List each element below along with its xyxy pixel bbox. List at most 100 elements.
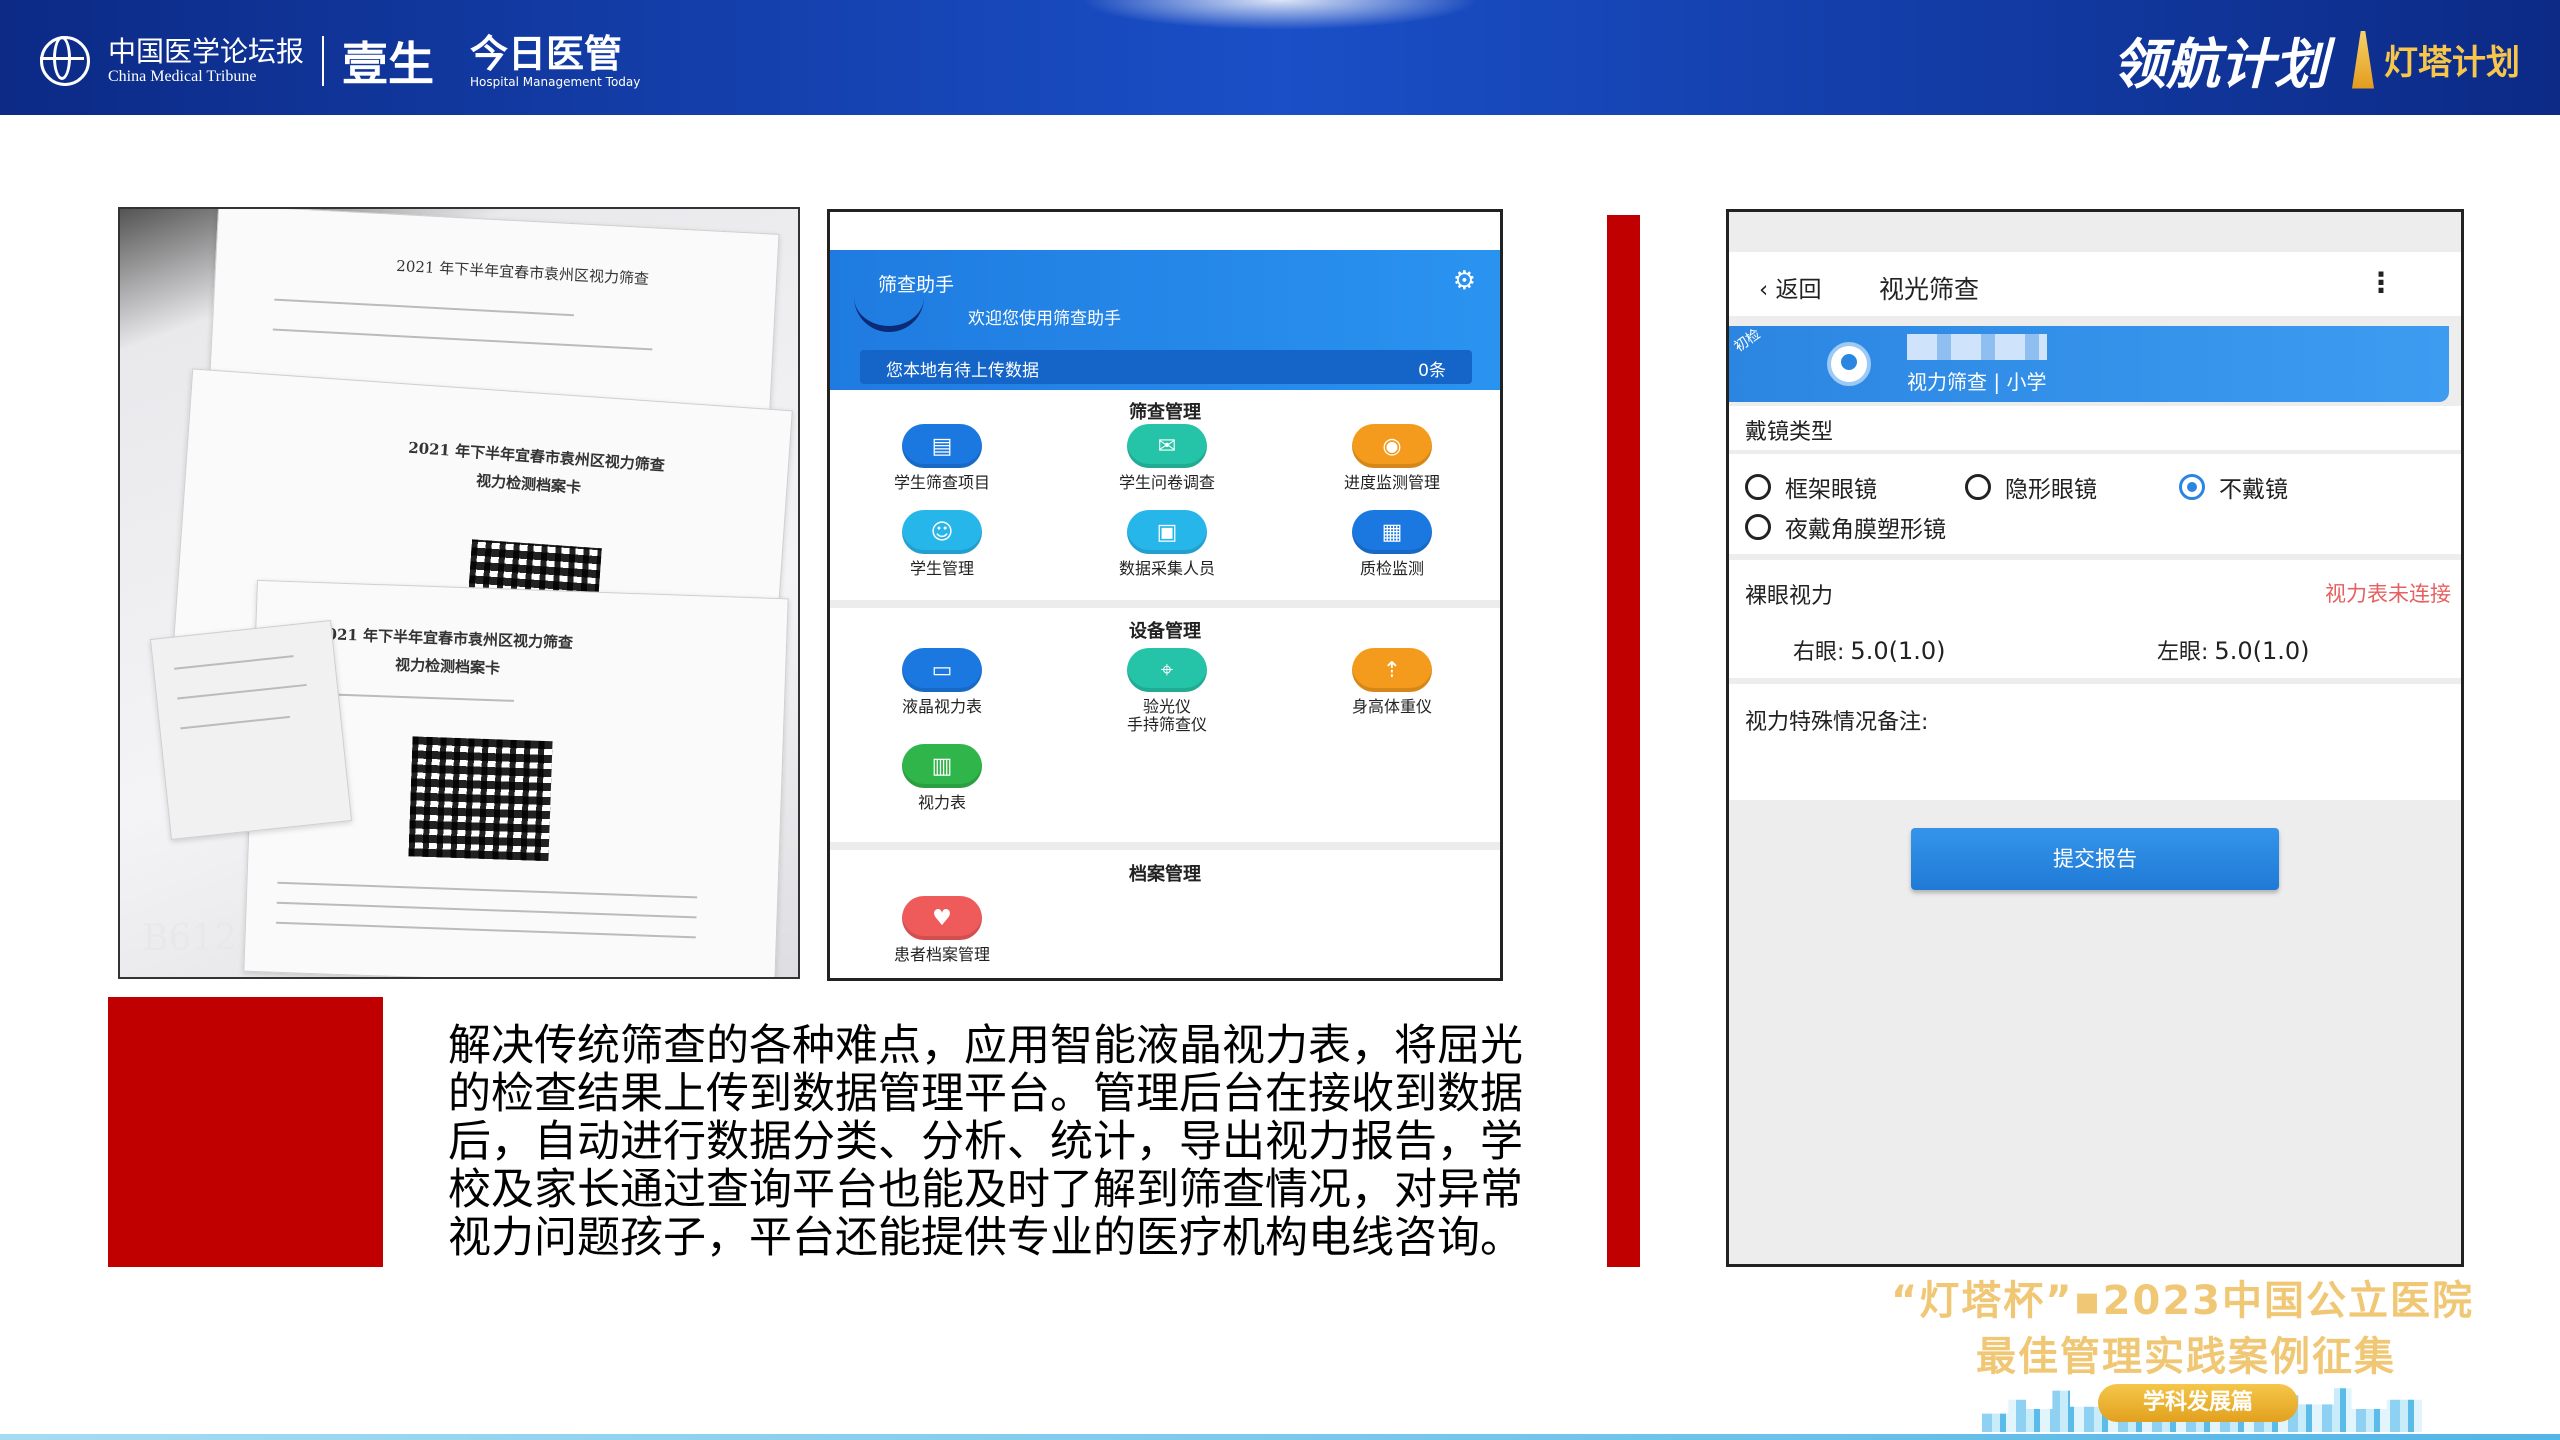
section-archive-title: 档案管理 (1129, 864, 1201, 885)
tile-eye-chart[interactable]: ▥ 视力表 (842, 744, 1042, 812)
sheet-line (276, 901, 697, 919)
left-eye-label: 左眼: (2157, 640, 2209, 665)
tile-label: 质检监测 (1359, 559, 1424, 578)
tile-label: 患者档案管理 (893, 945, 990, 964)
radio-circle (1965, 474, 1991, 500)
today-logo: 今日医管 Hospital Management Today (470, 33, 640, 89)
glasses-options: 框架眼镜 隐形眼镜 不戴镜 夜戴角膜塑形镜 (1729, 454, 2461, 554)
today-logo-en: Hospital Management Today (470, 75, 641, 89)
cmt-logo-zh: 中国医学论坛报 (108, 35, 305, 68)
height-weight-icon: ⇡ (1352, 648, 1432, 692)
more-menu-icon[interactable]: ⋮ (2367, 266, 2395, 299)
header-glow (1080, 0, 1480, 30)
accent-bar-middle (1607, 215, 1640, 1267)
app2-title: 视光筛查 (1879, 275, 1980, 304)
radio-circle-selected (2179, 474, 2205, 500)
status-tag: 初检 (1731, 326, 1764, 356)
quality-icon: ▦ (1352, 510, 1432, 554)
dt-plan-text: 灯塔计划 (2384, 43, 2520, 83)
header-banner: 中国医学论坛报 China Medical Tribune 壹生 今日医管 Ho… (0, 0, 2560, 115)
sheet-title: 2021 年下半年宜春市袁州区视力筛查 (315, 624, 574, 652)
radio-contact-lens[interactable]: 隐形眼镜 (1965, 470, 2097, 504)
tile-data-collectors[interactable]: ▣ 数据采集人员 (1067, 510, 1267, 578)
tile-student-screening-project[interactable]: ▤ 学生筛查项目 (842, 424, 1042, 492)
screening-project-icon: ▤ (902, 424, 982, 468)
tile-lcd-eye-chart[interactable]: ▭ 液晶视力表 (842, 648, 1042, 716)
submit-report-button[interactable]: 提交报告 (1911, 828, 2279, 890)
avatar (1827, 342, 1871, 386)
avatar (854, 290, 924, 332)
cmt-logo: 中国医学论坛报 China Medical Tribune (108, 36, 304, 86)
vision-screening-screenshot: ‹ 返回 视光筛查 ⋮ 初检 视力筛查 | 小学 戴镜类型 框架眼镜 隐形眼镜 … (1726, 209, 2464, 1267)
description-text: 解决传统筛查的各种难点，应用智能液晶视力表，将屈光的检查结果上传到数据管理平台。… (448, 1021, 1523, 1263)
accent-block-left (108, 997, 383, 1267)
naked-vision-label: 裸眼视力 (1745, 584, 1834, 609)
yisheng-logo: 壹生 (342, 37, 435, 91)
sheet-title: 2021 年下半年宜春市袁州区视力筛查 (395, 256, 650, 289)
tile-label: 进度监测管理 (1343, 473, 1440, 492)
pending-upload-bar[interactable]: 您本地有待上传数据 0条 (860, 350, 1472, 384)
tile-quality-monitoring[interactable]: ▦ 质检监测 (1292, 510, 1492, 578)
paper-records-photo: 2021 年下半年宜春市袁州区视力筛查 2021 年下半年宜春市袁州区视力筛查 … (118, 207, 800, 979)
app1-header: 筛查助手 ⚙ 欢迎您使用筛查助手 您本地有待上传数据 0条 (830, 250, 1500, 390)
tile-patient-archive[interactable]: ♥ 患者档案管理 (842, 896, 1042, 964)
brand-line2: 最佳管理实践案例征集 (1976, 1334, 2396, 1380)
student-name-blurred (1907, 334, 2047, 360)
refractometer-icon: ⌖ (1127, 648, 1207, 692)
tile-label: 学生问卷调查 (1118, 473, 1215, 492)
today-logo-zh: 今日医管 (470, 32, 623, 76)
app2-nav: ‹ 返回 视光筛查 ⋮ (1729, 252, 2461, 316)
screening-assistant-screenshot: 筛查助手 ⚙ 欢迎您使用筛查助手 您本地有待上传数据 0条 筛查管理 ▤ 学生筛… (827, 209, 1503, 981)
right-eye-value: 5.0(1.0) (1850, 637, 1946, 665)
tile-student-management[interactable]: ☺ 学生管理 (842, 510, 1042, 578)
tile-refractometer[interactable]: ⌖ 验光仪 手持筛查仪 (1067, 648, 1267, 734)
pending-upload-label: 您本地有待上传数据 (886, 361, 1039, 381)
tile-label: 验光仪 (1142, 697, 1191, 716)
radio-circle (1745, 474, 1771, 500)
right-eye-field[interactable]: 右眼: 5.0(1.0) (1793, 634, 1945, 666)
student-banner: 初检 视力筛查 | 小学 (1729, 326, 2449, 402)
right-eye-label: 右眼: (1793, 640, 1845, 665)
brand-line1: “灯塔杯”▪2023中国公立医院 (1890, 1278, 2474, 1324)
lh-plan-logo: 领航计划 (2112, 32, 2328, 96)
back-button[interactable]: ‹ 返回 (1759, 270, 1822, 304)
gear-icon[interactable]: ⚙ (1453, 266, 1476, 296)
left-eye-field[interactable]: 左眼: 5.0(1.0) (2157, 634, 2309, 666)
tile-label: 学生筛查项目 (893, 473, 990, 492)
sheet-line (277, 881, 698, 899)
qr-code (408, 736, 553, 862)
b612-watermark: B612 (142, 918, 238, 959)
sheet-line (177, 683, 307, 700)
cmt-logo-en: China Medical Tribune (108, 68, 257, 85)
radio-ortho-k[interactable]: 夜戴角膜塑形镜 (1745, 510, 1946, 544)
sheet-line (180, 715, 290, 730)
section-screening-title: 筛查管理 (1129, 402, 1201, 423)
progress-icon: ◉ (1352, 424, 1432, 468)
naked-vision-row: 裸眼视力 视力表未连接 (1729, 560, 2461, 622)
banner-subtitle: 视力筛查 | 小学 (1907, 370, 2047, 394)
receipt-slip (149, 620, 353, 840)
section-device-title: 设备管理 (1129, 621, 1201, 642)
sheet-line (274, 298, 575, 317)
glasses-type-label: 戴镜类型 (1745, 420, 1834, 445)
tile-progress-monitoring[interactable]: ◉ 进度监测管理 (1292, 424, 1492, 492)
sheet-title: 2021 年下半年宜春市袁州区视力筛查 (407, 438, 666, 475)
student-icon: ☺ (902, 510, 982, 554)
logo-divider (322, 36, 325, 86)
tile-label: 液晶视力表 (901, 697, 982, 716)
eye-values-row: 右眼: 5.0(1.0) 左眼: 5.0(1.0) (1729, 622, 2461, 678)
radio-no-glasses[interactable]: 不戴镜 (2179, 470, 2288, 504)
section-divider (830, 600, 1500, 608)
remark-row[interactable]: 视力特殊情况备注: (1729, 684, 2461, 800)
radio-label: 框架眼镜 (1785, 477, 1877, 503)
dt-plan-logo: 灯塔计划 (2352, 30, 2520, 89)
radio-label: 隐形眼镜 (2005, 477, 2097, 503)
back-label: 返回 (1775, 277, 1822, 303)
tile-student-questionnaire[interactable]: ✉ 学生问卷调查 (1067, 424, 1267, 492)
lcd-chart-icon: ▭ (902, 648, 982, 692)
tile-label: 手持筛查仪 (1126, 715, 1207, 734)
collector-icon: ▣ (1127, 510, 1207, 554)
glasses-type-row: 戴镜类型 (1729, 406, 2461, 450)
tile-height-weight[interactable]: ⇡ 身高体重仪 (1292, 648, 1492, 716)
radio-frame-glasses[interactable]: 框架眼镜 (1745, 470, 1877, 504)
